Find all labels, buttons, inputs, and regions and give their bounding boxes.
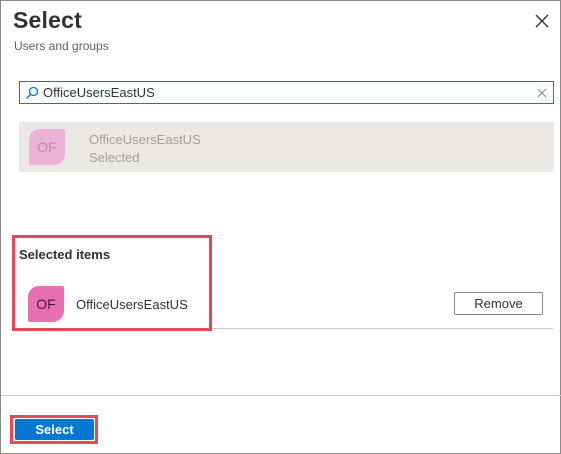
search-input[interactable] bbox=[43, 83, 533, 102]
search-result-item[interactable]: OF OfficeUsersEastUS Selected bbox=[19, 122, 554, 172]
avatar: OF bbox=[28, 286, 64, 322]
selected-items-heading: Selected items bbox=[19, 247, 111, 262]
selected-item-name: OfficeUsersEastUS bbox=[76, 297, 188, 312]
avatar-initials: OF bbox=[36, 296, 56, 312]
panel-title: Select bbox=[13, 7, 82, 33]
avatar-initials: OF bbox=[37, 139, 57, 155]
divider bbox=[15, 328, 553, 329]
avatar: OF bbox=[29, 129, 65, 165]
result-status: Selected bbox=[89, 150, 140, 165]
result-name: OfficeUsersEastUS bbox=[89, 132, 201, 147]
select-panel: Select Users and groups OF OfficeUsersEa… bbox=[0, 0, 561, 454]
search-icon bbox=[25, 86, 39, 100]
close-icon[interactable] bbox=[532, 11, 552, 31]
select-button[interactable]: Select bbox=[15, 419, 94, 440]
panel-subtitle: Users and groups bbox=[14, 39, 109, 53]
search-box bbox=[19, 81, 554, 104]
footer-divider bbox=[1, 395, 561, 396]
remove-button[interactable]: Remove bbox=[454, 292, 543, 315]
clear-icon[interactable] bbox=[536, 87, 548, 99]
